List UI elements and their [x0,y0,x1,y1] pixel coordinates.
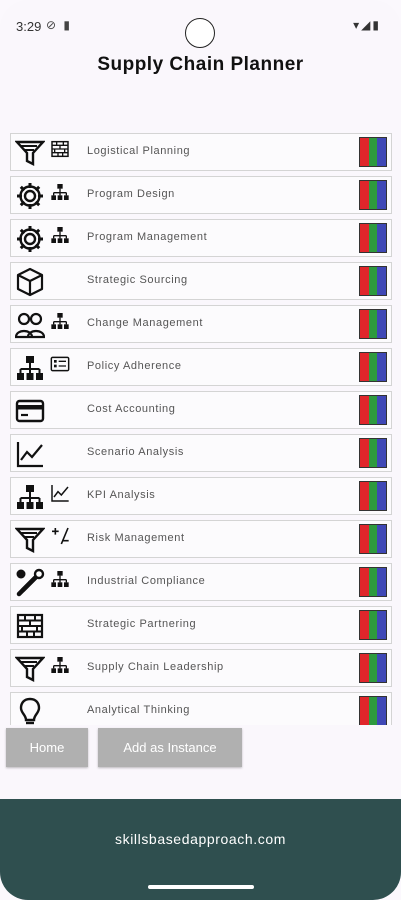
list-item-label: Policy Adherence [87,360,182,372]
list-item-label: Change Management [87,317,203,329]
list-item-label: Industrial Compliance [87,575,206,587]
funnel-icon [15,654,45,684]
list-item-label: Risk Management [87,532,185,544]
line-chart-icon [50,483,70,503]
status-flag-icon[interactable] [359,438,387,468]
system-status-icons: ▾◢▮ [353,18,381,32]
list-item-label: Logistical Planning [87,145,191,157]
lightbulb-icon [15,697,45,725]
people-icon [15,310,45,340]
footer-link[interactable]: skillsbasedapproach.com [0,831,401,847]
list-card-icon [50,354,70,374]
list-item[interactable]: KPI Analysis [10,477,392,515]
list-item[interactable]: Strategic Sourcing [10,262,392,300]
skill-list[interactable]: Logistical Planning Program Design Program… [10,133,392,725]
list-item-label: Strategic Sourcing [87,274,188,286]
list-item[interactable]: Change Management [10,305,392,343]
tools-icon [15,568,45,598]
list-item[interactable]: Risk Management [10,520,392,558]
list-item-label: Program Design [87,188,175,200]
list-item[interactable]: Scenario Analysis [10,434,392,472]
line-chart-icon [15,439,45,469]
status-flag-icon[interactable] [359,223,387,253]
list-item[interactable]: Policy Adherence [10,348,392,386]
cube-icon [15,267,45,297]
list-item-label: Supply Chain Leadership [87,661,224,673]
list-item-label: Scenario Analysis [87,446,185,458]
list-item-label: Strategic Partnering [87,618,197,630]
funnel-icon [15,138,45,168]
org-chart-icon [50,311,70,331]
gear-icon [15,224,45,254]
status-flag-icon[interactable] [359,395,387,425]
gear-icon [15,181,45,211]
list-item[interactable]: Industrial Compliance [10,563,392,601]
list-item[interactable]: Cost Accounting [10,391,392,429]
status-flag-icon[interactable] [359,266,387,296]
status-flag-icon[interactable] [359,137,387,167]
add-as-instance-button[interactable]: Add as Instance [98,728,242,767]
status-flag-icon[interactable] [359,524,387,554]
list-item[interactable]: Program Management [10,219,392,257]
list-item[interactable]: Strategic Partnering [10,606,392,644]
org-chart-icon [50,182,70,202]
org-chart-icon [15,482,45,512]
org-chart-icon [50,225,70,245]
status-flag-icon[interactable] [359,653,387,683]
brick-wall-icon [15,611,45,641]
camera-cutout [185,18,215,48]
list-item[interactable]: Analytical Thinking [10,692,392,725]
list-item-label: KPI Analysis [87,489,156,501]
org-chart-icon [50,569,70,589]
status-flag-icon[interactable] [359,309,387,339]
status-time: 3:29 [16,19,42,34]
credit-card-icon [15,396,45,426]
app-screen: 3:29 ⊘ ▮ ▾◢▮ Supply Chain Planner Logist… [0,0,401,900]
status-flag-icon[interactable] [359,352,387,382]
status-flag-icon[interactable] [359,481,387,511]
list-item-label: Program Management [87,231,208,243]
notification-icons: ⊘ ▮ [46,18,72,32]
status-bar: 3:29 ⊘ ▮ ▾◢▮ [0,0,401,50]
list-item-label: Analytical Thinking [87,704,190,716]
org-chart-icon [50,655,70,675]
org-chart-icon [15,353,45,383]
home-indicator[interactable] [148,885,254,889]
page-title: Supply Chain Planner [97,54,304,75]
brick-wall-icon [50,139,70,159]
list-item[interactable]: Program Design [10,176,392,214]
status-flag-icon[interactable] [359,180,387,210]
funnel-icon [15,525,45,555]
footer: skillsbasedapproach.com [0,799,401,900]
status-flag-icon[interactable] [359,696,387,725]
home-button[interactable]: Home [6,728,88,767]
list-item[interactable]: Logistical Planning [10,133,392,171]
status-flag-icon[interactable] [359,610,387,640]
list-item-label: Cost Accounting [87,403,176,415]
plus-minus-icon [50,526,70,546]
list-item[interactable]: Supply Chain Leadership [10,649,392,687]
status-flag-icon[interactable] [359,567,387,597]
